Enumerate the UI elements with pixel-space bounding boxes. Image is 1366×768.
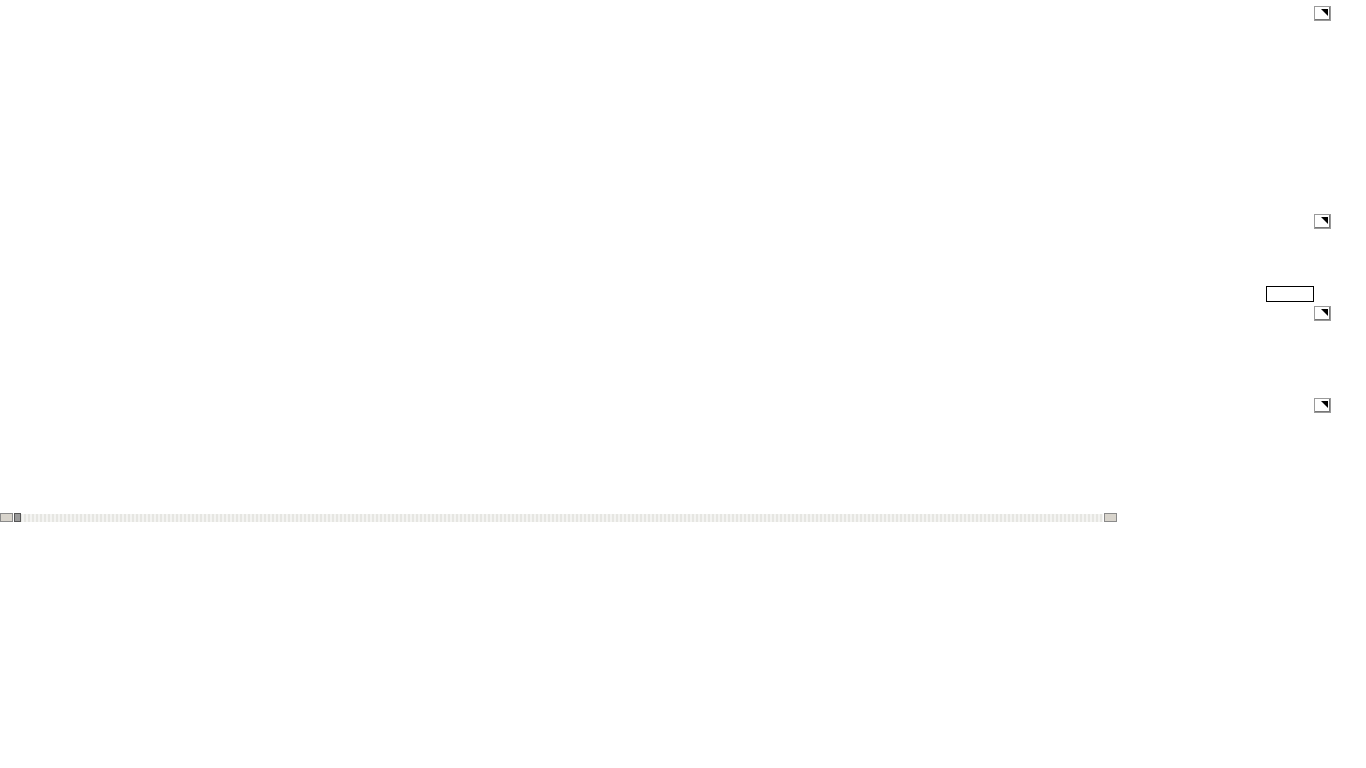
chart-application-window	[0, 0, 1366, 768]
scroll-right-button[interactable]	[1104, 513, 1117, 522]
chart-canvas[interactable]	[0, 0, 1366, 522]
volume-multiplier-badge	[1266, 286, 1314, 302]
scrollbar-thumb[interactable]	[14, 513, 21, 522]
diagonal-arrow-icon	[1321, 9, 1328, 16]
scroll-left-button[interactable]	[0, 513, 13, 522]
scrollbar-track[interactable]	[14, 514, 1103, 522]
diagonal-arrow-icon	[1321, 217, 1328, 224]
volume-pane-collapse-button[interactable]	[1314, 214, 1331, 229]
diagonal-arrow-icon	[1321, 309, 1328, 316]
macd-pane-collapse-button[interactable]	[1314, 306, 1331, 321]
horizontal-scrollbar[interactable]	[0, 513, 1366, 522]
price-pane-collapse-button[interactable]	[1314, 6, 1331, 21]
stochastics-pane-collapse-button[interactable]	[1314, 398, 1331, 413]
diagonal-arrow-icon	[1321, 401, 1328, 408]
